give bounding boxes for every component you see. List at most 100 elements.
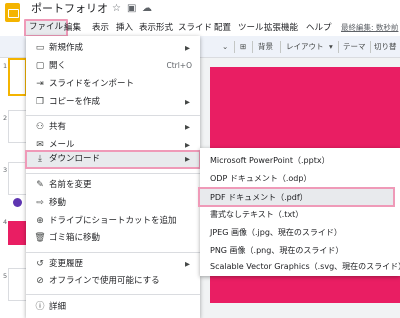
- toolbar-divider: [252, 41, 253, 53]
- download-option-label: Scalable Vector Graphics（.svg、現在のスライド）: [210, 262, 400, 271]
- menu-item-details[interactable]: ⓘ 詳細: [26, 298, 200, 316]
- menu-tools[interactable]: ツール: [238, 20, 264, 36]
- cloud-saved-icon[interactable]: ☁: [142, 3, 152, 14]
- version-history-icon: ↺: [36, 259, 44, 269]
- transition-button[interactable]: 切り替: [374, 40, 397, 54]
- menu-item-label: スライドをインポート: [49, 79, 135, 89]
- menu-format[interactable]: 表示形式: [139, 20, 173, 36]
- toolbar-divider: [280, 41, 281, 53]
- download-odp[interactable]: ODP ドキュメント（.odp）: [200, 170, 400, 188]
- shortcut-hint: Ctrl+O: [166, 61, 192, 70]
- menu-item-label: 開く: [49, 61, 67, 71]
- download-option-label: JPEG 画像（.jpg、現在のスライド）: [210, 228, 342, 237]
- toolbar-comment-icon[interactable]: ⊞: [240, 40, 246, 54]
- slide-thumbnail-1[interactable]: [8, 58, 27, 96]
- slide-thumbnail-5[interactable]: [8, 268, 27, 301]
- menu-file[interactable]: ファイル: [24, 19, 69, 37]
- menu-item-label: 移動: [49, 198, 67, 208]
- open-folder-icon: ▢: [35, 61, 45, 71]
- slide-thumbnail-4[interactable]: [8, 221, 27, 245]
- download-submenu: Microsoft PowerPoint（.pptx） ODP ドキュメント（.…: [198, 148, 400, 276]
- menu-item-label: 名前を変更: [49, 180, 92, 190]
- menu-item-label: オフラインで使用可能にする: [49, 276, 160, 286]
- menu-item-label: ゴミ箱に移動: [49, 233, 101, 243]
- download-pptx[interactable]: Microsoft PowerPoint（.pptx）: [200, 152, 400, 170]
- toolbar-arrow-icon[interactable]: ⌄: [222, 40, 228, 54]
- menu-item-make-offline[interactable]: ⊘ オフラインで使用可能にする: [26, 272, 200, 290]
- menu-help[interactable]: ヘルプ: [306, 20, 332, 36]
- download-option-label: Microsoft PowerPoint（.pptx）: [210, 156, 330, 165]
- menu-edit[interactable]: 編集: [64, 20, 81, 36]
- drive-shortcut-icon: ⊕: [36, 216, 44, 226]
- download-option-label: ODP ドキュメント（.odp）: [210, 174, 312, 183]
- slide-number: 4: [3, 218, 8, 226]
- menu-item-label: 新規作成: [49, 43, 84, 53]
- menu-item-make-copy[interactable]: ❐ コピーを作成 ▶: [26, 93, 200, 111]
- slide-filmstrip: 1 2 3 4 5: [0, 58, 27, 318]
- import-slides-icon: ⇥: [36, 79, 44, 89]
- slide-number: 3: [3, 166, 8, 174]
- submenu-arrow-icon: ▶: [185, 260, 190, 268]
- rename-icon: ✎: [36, 180, 44, 190]
- share-icon: ⚇: [35, 122, 45, 132]
- app-header: ポートフォリオ ☆ ▣ ☁ ファイル 編集 表示 挿入 表示形式 スライド 配置…: [0, 0, 400, 37]
- new-icon: ▭: [35, 43, 45, 53]
- menu-item-move[interactable]: ⇨ 移動: [26, 194, 200, 212]
- submenu-arrow-icon: ▶: [185, 123, 190, 131]
- menu-item-download[interactable]: ⤓ ダウンロード ▶: [25, 150, 201, 169]
- download-txt[interactable]: 書式なしテキスト（.txt）: [200, 206, 400, 224]
- background-button[interactable]: 背景: [258, 40, 273, 54]
- toolbar-divider: [338, 41, 339, 53]
- menu-item-import-slides[interactable]: ⇥ スライドをインポート: [26, 75, 200, 93]
- menu-item-label: 共有: [49, 122, 67, 132]
- download-jpg[interactable]: JPEG 画像（.jpg、現在のスライド）: [200, 224, 400, 242]
- menu-item-open[interactable]: ▢ 開く Ctrl+O: [26, 57, 200, 75]
- menu-item-version-history[interactable]: ↺ 変更履歴 ▶: [26, 255, 200, 273]
- menu-item-label: ダウンロード: [49, 154, 101, 164]
- menu-item-move-to-trash[interactable]: 🗑 ゴミ箱に移動: [26, 229, 200, 247]
- download-option-label: PDF ドキュメント（.pdf）: [210, 193, 308, 202]
- layout-dropdown-icon[interactable]: ▾: [329, 40, 333, 54]
- download-option-label: 書式なしテキスト（.txt）: [210, 210, 304, 219]
- download-pdf[interactable]: PDF ドキュメント（.pdf）: [198, 187, 395, 207]
- trash-icon: 🗑: [34, 233, 46, 243]
- slides-logo-icon[interactable]: [5, 3, 20, 22]
- slide-number: 2: [3, 114, 8, 122]
- download-svg[interactable]: Scalable Vector Graphics（.svg、現在のスライド）: [200, 258, 400, 276]
- download-icon: ⤓: [38, 154, 42, 164]
- menu-slide[interactable]: スライド: [178, 20, 212, 36]
- move-to-folder-icon[interactable]: ▣: [127, 3, 136, 14]
- move-icon: ⇨: [36, 198, 44, 208]
- last-edit-link[interactable]: 最終編集: 数秒前: [341, 21, 398, 35]
- toolbar-divider: [234, 41, 235, 53]
- slide-thumbnail-graphic: [13, 198, 22, 207]
- offline-icon: ⊘: [36, 276, 44, 286]
- menu-insert[interactable]: 挿入: [116, 20, 133, 36]
- file-menu: ▭ 新規作成 ▶ ▢ 開く Ctrl+O ⇥ スライドをインポート ❐ コピーを…: [25, 36, 201, 318]
- menu-item-new[interactable]: ▭ 新規作成 ▶: [26, 39, 200, 57]
- copy-icon: ❐: [35, 97, 45, 107]
- star-icon[interactable]: ☆: [112, 3, 121, 14]
- menu-item-add-shortcut[interactable]: ⊕ ドライブにショートカットを追加: [26, 212, 200, 230]
- menu-arrange[interactable]: 配置: [214, 20, 231, 36]
- layout-button[interactable]: レイアウト: [286, 40, 324, 54]
- menu-divider: [26, 252, 200, 253]
- menu-item-label: コピーを作成: [49, 97, 101, 107]
- menu-divider: [26, 173, 200, 174]
- slide-thumbnail-2[interactable]: [8, 110, 27, 143]
- menu-divider: [26, 294, 200, 295]
- slide-number: 1: [3, 62, 8, 70]
- slide-number: 5: [3, 272, 8, 280]
- menu-item-label: 変更履歴: [49, 259, 84, 269]
- menu-item-rename[interactable]: ✎ 名前を変更: [26, 176, 200, 194]
- menu-view[interactable]: 表示: [92, 20, 109, 36]
- menu-extensions[interactable]: 拡張機能: [264, 20, 298, 36]
- menu-item-label: ドライブにショートカットを追加: [49, 216, 177, 226]
- menu-item-share[interactable]: ⚇ 共有 ▶: [26, 118, 200, 136]
- theme-button[interactable]: テーマ: [343, 40, 366, 54]
- submenu-arrow-icon: ▶: [185, 155, 190, 163]
- details-icon: ⓘ: [35, 302, 45, 312]
- submenu-arrow-icon: ▶: [185, 44, 190, 52]
- doc-title[interactable]: ポートフォリオ: [31, 2, 108, 16]
- menu-divider: [26, 115, 200, 116]
